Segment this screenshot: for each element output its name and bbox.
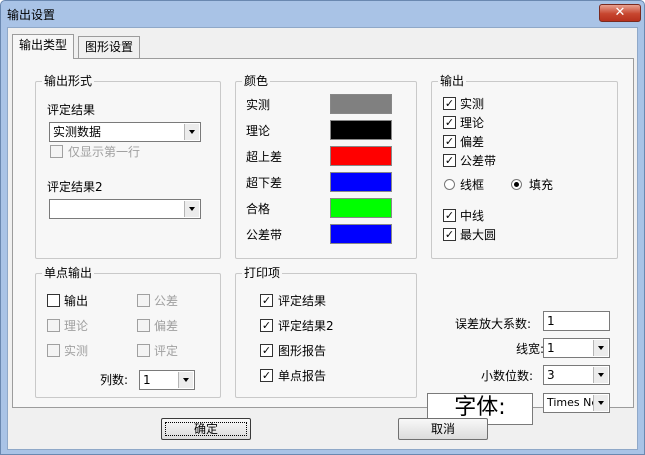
color-label-over-upper: 超上差 xyxy=(246,150,283,164)
line-width-label: 线宽: xyxy=(516,342,545,356)
eval-result-label: 评定结果 xyxy=(47,103,96,117)
print-check-eval-result[interactable]: ✓ xyxy=(260,294,273,307)
group-print-items: 打印项 ✓ 评定结果 ✓ 评定结果2 ✓ 图形报告 ✓ 单点报告 xyxy=(235,266,417,398)
first-row-only-label: 仅显示第一行 xyxy=(68,145,141,159)
decimals-label: 小数位数: xyxy=(481,369,534,383)
output-check-max-circle[interactable]: ✓ xyxy=(443,228,456,241)
title-bar[interactable]: 输出设置 ✕ xyxy=(1,1,644,27)
single-point-output-checkbox[interactable] xyxy=(47,294,60,307)
tab-panel: 输出形式 评定结果 实测数据 仅显示第一行 评定结果2 颜色 实测 理论 超上差… xyxy=(12,58,634,425)
output-check-centerline-label: 中线 xyxy=(460,209,485,223)
single-point-tolerance-label: 公差 xyxy=(154,294,179,308)
first-row-only-checkbox[interactable] xyxy=(50,145,63,158)
tab-graphic-settings[interactable]: 图形设置 xyxy=(78,36,141,58)
cancel-button-label: 取消 xyxy=(430,422,455,436)
radio-wireframe[interactable] xyxy=(444,179,455,190)
single-point-tolerance-checkbox[interactable] xyxy=(137,294,150,307)
group-output-form-legend: 输出形式 xyxy=(42,74,95,88)
radio-fill-label: 填充 xyxy=(529,178,554,192)
print-check-eval-result2[interactable]: ✓ xyxy=(260,319,273,332)
color-swatch-over-upper[interactable] xyxy=(330,146,392,166)
single-point-theory-label: 理论 xyxy=(64,319,89,333)
ok-button[interactable]: 确定 xyxy=(161,418,251,440)
color-swatch-qualified[interactable] xyxy=(330,198,392,218)
single-point-evaluate-label: 评定 xyxy=(154,344,179,358)
print-check-eval-result2-label: 评定结果2 xyxy=(278,319,334,333)
group-colors-legend: 颜色 xyxy=(242,74,271,88)
print-check-single-point-report-label: 单点报告 xyxy=(278,369,327,383)
single-point-evaluate-checkbox[interactable] xyxy=(137,344,150,357)
output-check-measured-label: 实测 xyxy=(460,97,485,111)
columns-value: 1 xyxy=(143,373,151,387)
color-label-theory: 理论 xyxy=(246,124,271,138)
tab-output-type[interactable]: 输出类型 xyxy=(12,34,75,59)
chevron-down-icon xyxy=(593,395,608,411)
focus-ring xyxy=(165,422,247,436)
dialog-window: 输出设置 ✕ 输出类型 图形设置 输出形式 评定结果 实测数据 仅显示第一行 评… xyxy=(0,0,645,455)
print-check-eval-result-label: 评定结果 xyxy=(278,294,327,308)
close-button[interactable]: ✕ xyxy=(599,4,641,22)
color-swatch-measured[interactable] xyxy=(330,94,392,114)
output-check-deviation[interactable]: ✓ xyxy=(443,135,456,148)
radio-fill[interactable] xyxy=(511,179,522,190)
output-check-max-circle-label: 最大圆 xyxy=(460,228,497,242)
single-point-deviation-label: 偏差 xyxy=(154,319,179,333)
single-point-measured-label: 实测 xyxy=(64,344,89,358)
close-icon: ✕ xyxy=(614,5,626,20)
print-check-graphic-report[interactable]: ✓ xyxy=(260,344,273,357)
color-label-tolerance-band: 公差带 xyxy=(246,228,283,242)
group-output-legend: 输出 xyxy=(438,74,467,88)
line-width-value: 1 xyxy=(547,341,555,355)
chevron-down-icon xyxy=(593,340,608,356)
chevron-down-icon xyxy=(184,124,199,140)
columns-select[interactable]: 1 xyxy=(139,370,195,390)
color-label-measured: 实测 xyxy=(246,98,271,112)
error-factor-label: 误差放大系数: xyxy=(455,317,532,331)
decimals-select[interactable]: 3 xyxy=(543,365,610,385)
line-width-select[interactable]: 1 xyxy=(543,338,610,358)
single-point-output-label: 输出 xyxy=(64,294,89,308)
group-print-items-legend: 打印项 xyxy=(242,266,283,280)
output-check-measured[interactable]: ✓ xyxy=(443,97,456,110)
eval-result2-label: 评定结果2 xyxy=(47,180,103,194)
single-point-deviation-checkbox[interactable] xyxy=(137,319,150,332)
columns-label: 列数: xyxy=(100,373,129,387)
group-output: 输出 ✓ 实测 ✓ 理论 ✓ 偏差 ✓ 公差带 线框 填充 ✓ 中线 ✓ 最大圆 xyxy=(431,74,618,259)
decimals-value: 3 xyxy=(547,368,555,382)
cancel-button[interactable]: 取消 xyxy=(398,418,488,440)
output-check-tolerance-band-label: 公差带 xyxy=(460,154,497,168)
output-check-theory-label: 理论 xyxy=(460,116,485,130)
output-check-deviation-label: 偏差 xyxy=(460,135,485,149)
dialog-client: 输出类型 图形设置 输出形式 评定结果 实测数据 仅显示第一行 评定结果2 颜色… xyxy=(7,27,638,450)
print-check-single-point-report[interactable]: ✓ xyxy=(260,369,273,382)
print-check-graphic-report-label: 图形报告 xyxy=(278,344,327,358)
single-point-theory-checkbox[interactable] xyxy=(47,319,60,332)
output-check-tolerance-band[interactable]: ✓ xyxy=(443,154,456,167)
color-label-qualified: 合格 xyxy=(246,202,271,216)
color-swatch-tolerance-band[interactable] xyxy=(330,224,392,244)
group-single-point: 单点输出 输出 公差 理论 偏差 实测 评定 列数: 1 xyxy=(35,266,221,398)
eval-result-value: 实测数据 xyxy=(53,125,102,139)
group-colors: 颜色 实测 理论 超上差 超下差 合格 公差带 xyxy=(235,74,417,259)
output-check-theory[interactable]: ✓ xyxy=(443,116,456,129)
chevron-down-icon xyxy=(593,367,608,383)
group-single-point-legend: 单点输出 xyxy=(42,266,95,280)
output-check-centerline[interactable]: ✓ xyxy=(443,209,456,222)
single-point-measured-checkbox[interactable] xyxy=(47,344,60,357)
color-swatch-theory[interactable] xyxy=(330,120,392,140)
chevron-down-icon xyxy=(178,372,193,388)
eval-result2-select[interactable] xyxy=(49,199,201,219)
radio-wireframe-label: 线框 xyxy=(460,178,485,192)
color-swatch-over-lower[interactable] xyxy=(330,172,392,192)
eval-result-select[interactable]: 实测数据 xyxy=(49,122,201,142)
chevron-down-icon xyxy=(184,201,199,217)
error-factor-input[interactable]: 1 xyxy=(543,311,610,331)
window-title: 输出设置 xyxy=(7,8,56,22)
group-output-form: 输出形式 评定结果 实测数据 仅显示第一行 评定结果2 xyxy=(35,74,221,259)
color-label-over-lower: 超下差 xyxy=(246,176,283,190)
font-select[interactable]: Times New xyxy=(543,393,610,413)
